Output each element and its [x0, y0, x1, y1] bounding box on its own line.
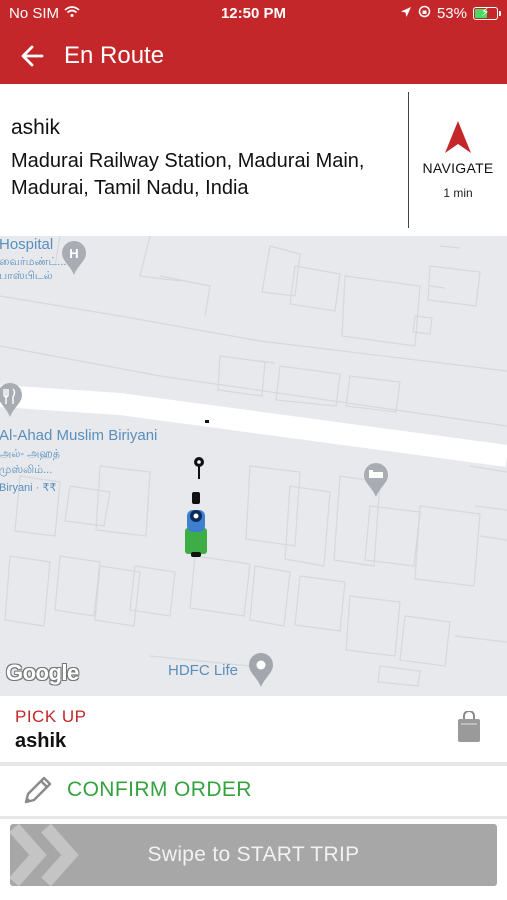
location-arrow-icon — [400, 5, 412, 22]
map-view[interactable]: H Hospital வைர்மண்ட்... பாஸ்பிடல் Al-Aha… — [0, 236, 507, 696]
map-label-poi: HDFC Life — [168, 662, 239, 679]
swipe-label: Swipe to START TRIP — [147, 843, 360, 866]
navigation-arrow-icon — [445, 121, 471, 153]
back-arrow-icon[interactable] — [8, 38, 56, 74]
pickup-panel: PICK UP ashik — [0, 696, 507, 762]
navigate-button[interactable]: NAVIGATE 1 min — [409, 120, 507, 216]
app-header: No SIM 12:50 PM 53% ⚡ En Route — [0, 0, 507, 84]
map-label-hospital: Hospital — [0, 236, 54, 253]
shopping-bag-icon[interactable] — [456, 711, 482, 743]
divider — [0, 816, 507, 819]
confirm-order-label: CONFIRM ORDER — [67, 778, 252, 801]
map-canvas — [0, 236, 507, 687]
map-label-restaurant: Al-Ahad Muslim Biriyani — [0, 427, 158, 444]
battery-icon: ⚡ — [473, 5, 501, 20]
map-label-restaurant-sub: Biryani · ₹₹ — [0, 482, 57, 494]
navigate-label: NAVIGATE — [422, 160, 494, 176]
google-logo: Google — [6, 660, 79, 685]
scooter-rider-icon — [185, 492, 207, 557]
map-label-hospital-tamil: வைர்மண்ட்... — [0, 256, 67, 268]
charging-bolt-icon: ⚡ — [481, 5, 490, 19]
map-label-restaurant-tamil2: முஸ்லிம்... — [0, 464, 53, 476]
orientation-lock-icon — [418, 5, 431, 22]
destination-address: Madurai Railway Station, Madurai Main, M… — [11, 150, 365, 199]
navigate-eta: 1 min — [443, 186, 473, 200]
status-bar: No SIM 12:50 PM 53% ⚡ — [0, 0, 507, 28]
destination-panel: ashik Madurai Railway Station, Madurai M… — [0, 84, 507, 236]
status-right: 53% ⚡ — [400, 5, 501, 22]
map-label-hospital-tamil2: பாஸ்பிடல் — [0, 270, 53, 282]
pickup-name: ashik — [15, 730, 67, 752]
map-label-restaurant-tamil: அல்- அஹத் — [0, 448, 60, 460]
battery-percent: 53% — [436, 5, 467, 22]
restaurant-pin-icon[interactable] — [0, 382, 24, 418]
svg-text:H: H — [69, 246, 78, 261]
destination-pin-icon — [194, 457, 204, 479]
swipe-start-trip-slider[interactable]: Swipe to START TRIP — [10, 824, 497, 886]
page-title: En Route — [64, 42, 165, 69]
pencil-icon — [24, 776, 52, 804]
hotel-pin-icon[interactable] — [362, 462, 390, 498]
poi-pin-icon[interactable] — [248, 652, 274, 688]
title-row: En Route — [0, 38, 507, 74]
confirm-order-row[interactable]: CONFIRM ORDER — [0, 766, 507, 816]
pickup-label: PICK UP — [15, 707, 87, 726]
destination-name: ashik — [11, 116, 61, 139]
